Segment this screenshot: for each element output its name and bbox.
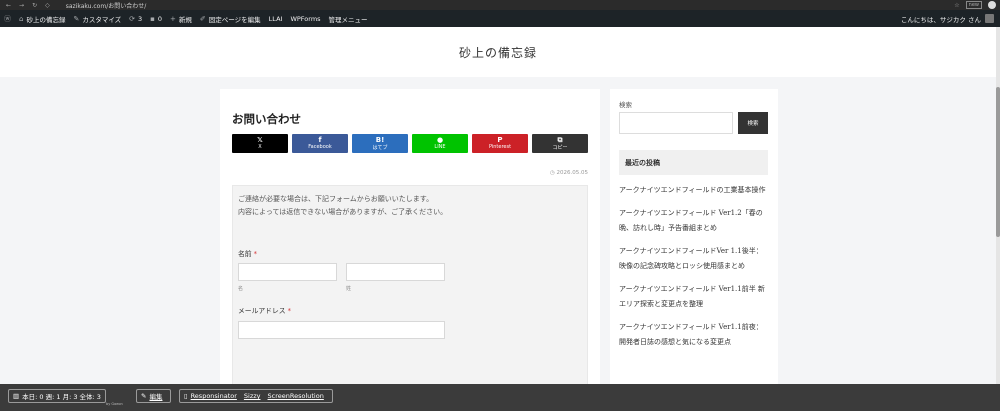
sidebar: 検索 検索 最近の投稿 アークナイツエンドフィールドの工業基本操作 アークナイツ… [610, 89, 778, 389]
recent-posts-list: アークナイツエンドフィールドの工業基本操作 アークナイツエンドフィールド Ver… [619, 183, 768, 358]
share-glyph-icon: 𝕏 [257, 136, 263, 144]
admin-llai[interactable]: LLAI [269, 15, 283, 23]
address-bar[interactable]: sazikaku.com/お問い合わせ/ [66, 1, 147, 10]
reload-icon[interactable]: ↻ [32, 2, 37, 9]
responsive-tools: ▯ Responsinator Sizzy ScreenResolution [179, 389, 333, 403]
share-label: Pinterest [488, 144, 512, 150]
home-icon: ⌂ [19, 14, 24, 23]
site-header: 砂上の備忘録 [0, 27, 996, 77]
contact-form: ご連絡が必要な場合は、下記フォームからお願いいたします。 内容によっては返信でき… [232, 185, 588, 389]
share-label: Facebook [308, 144, 332, 150]
share-button-コピー[interactable]: ⧉ コピー [532, 134, 588, 153]
page-title: お問い合わせ [232, 112, 301, 126]
forward-icon[interactable]: → [19, 2, 24, 9]
admin-wpforms[interactable]: WPForms [290, 15, 320, 23]
recent-post-link[interactable]: アークナイツエンドフィールド Ver1.2「春の晩、訪れし時」予告番組まとめ [619, 206, 768, 236]
share-button-line[interactable]: ● LINE [412, 134, 468, 153]
share-button-はてブ[interactable]: B! はてブ [352, 134, 408, 153]
access-counter: ▥ 本日: 0 週: 1 月: 3 全体: 3 [8, 389, 106, 403]
recent-posts-heading: 最近の投稿 [619, 150, 768, 175]
browser-toolbar: ← → ↻ ◇ sazikaku.com/お問い合わせ/ ☆ new [0, 0, 1000, 10]
share-glyph-icon: ⧉ [557, 135, 563, 144]
search-label: 検索 [619, 101, 632, 109]
email-label: メールアドレス * [238, 307, 291, 315]
search-button[interactable]: 検索 [738, 112, 768, 134]
clock-icon: ◷ [549, 170, 555, 176]
share-buttons: 𝕏 Xf Facebook B! はてブ ● LINE P Pinterest ⧉ コピー [232, 134, 588, 153]
share-button-pinterest[interactable]: P Pinterest [472, 134, 528, 153]
email-input[interactable] [238, 321, 445, 339]
first-name-input[interactable] [238, 263, 337, 281]
scrollbar-thumb[interactable] [996, 87, 1000, 237]
counter-credit: by Goeon [106, 402, 123, 406]
first-name-sublabel: 名 [238, 286, 244, 292]
wp-admin-bar: ⓦ ⌂ 砂上の備忘録 ✎ カスタマイズ ⟳ 3 ▪ 0 + 新規 ✐ 固定ページを編集 LL… [0, 10, 1000, 27]
comment-icon: ▪ [150, 14, 155, 23]
share-label: X [258, 144, 262, 150]
share-glyph-icon: P [497, 136, 503, 144]
share-glyph-icon: ● [436, 136, 444, 144]
page-scrollbar[interactable] [996, 27, 1000, 384]
admin-customize[interactable]: ✎ カスタマイズ [73, 14, 121, 24]
admin-manage-menu[interactable]: 管理メニュー [329, 14, 368, 24]
admin-wordpress-menu[interactable]: ⓦ [4, 14, 11, 24]
edit-icon: ✎ [141, 392, 147, 400]
sizzy-link[interactable]: Sizzy [244, 392, 261, 400]
share-button-facebook[interactable]: f Facebook [292, 134, 348, 153]
screenresolution-link[interactable]: ScreenResolution [268, 392, 324, 400]
share-glyph-icon: B! [375, 135, 385, 144]
post-date: ◷ 2026.05.05 [549, 170, 588, 176]
last-name-input[interactable] [346, 263, 445, 281]
recent-post-link[interactable]: アークナイツエンドフィールドの工業基本操作 [619, 183, 768, 198]
recent-post-link[interactable]: アークナイツエンドフィールド Ver1.1前半 新エリア探索と変更点を整理 [619, 282, 768, 312]
bottom-toolbar: ▥ 本日: 0 週: 1 月: 3 全体: 3 by Goeon ✎ 編集 ▯ … [0, 384, 1000, 411]
admin-edit-page[interactable]: ✐ 固定ページを編集 [200, 14, 261, 24]
device-icon: ▯ [184, 392, 188, 400]
page-info-icon[interactable]: ◇ [45, 2, 50, 9]
share-button-x[interactable]: 𝕏X [232, 134, 288, 153]
recent-post-link[interactable]: アークナイツエンドフィールドVer 1.1後半：映像の記念碑攻略とロッシ使用感ま… [619, 244, 768, 274]
search-input[interactable] [619, 112, 733, 134]
plus-icon: + [170, 14, 176, 23]
recent-post-link[interactable]: アークナイツエンドフィールド Ver1.1前夜：開発者日誌の感想と気になる変更点 [619, 320, 768, 350]
wordpress-icon: ⓦ [4, 14, 11, 23]
bookmark-icon[interactable]: ☆ [954, 2, 959, 9]
share-label: コピー [552, 144, 568, 151]
extension-badge[interactable]: new [965, 1, 982, 9]
main-content: お問い合わせ 𝕏 Xf Facebook B! はてブ ● LINE P Pinterest ⧉ コ… [220, 89, 600, 389]
back-icon[interactable]: ← [6, 2, 11, 9]
site-title[interactable]: 砂上の備忘録 [459, 44, 537, 61]
admin-updates[interactable]: ⟳ 3 [129, 15, 142, 23]
user-avatar [985, 14, 994, 23]
responsinator-link[interactable]: Responsinator [191, 392, 237, 400]
form-intro: ご連絡が必要な場合は、下記フォームからお願いいたします。 内容によっては返信でき… [238, 195, 448, 216]
share-label: はてブ [372, 144, 388, 151]
admin-new[interactable]: + 新規 [170, 14, 192, 24]
profile-avatar[interactable] [988, 1, 996, 9]
admin-account[interactable]: こんにちは、サジカク さん [901, 14, 994, 24]
share-label: LINE [434, 144, 446, 150]
last-name-sublabel: 姓 [346, 286, 352, 292]
admin-site-name[interactable]: ⌂ 砂上の備忘録 [19, 14, 65, 24]
name-label: 名前 * [238, 250, 257, 258]
edit-button[interactable]: ✎ 編集 [136, 389, 172, 403]
chart-icon: ▥ [13, 392, 20, 400]
share-glyph-icon: f [318, 136, 322, 144]
admin-comments[interactable]: ▪ 0 [150, 15, 162, 23]
edit-icon: ✐ [199, 14, 206, 23]
update-icon: ⟳ [129, 14, 136, 23]
brush-icon: ✎ [73, 14, 80, 23]
